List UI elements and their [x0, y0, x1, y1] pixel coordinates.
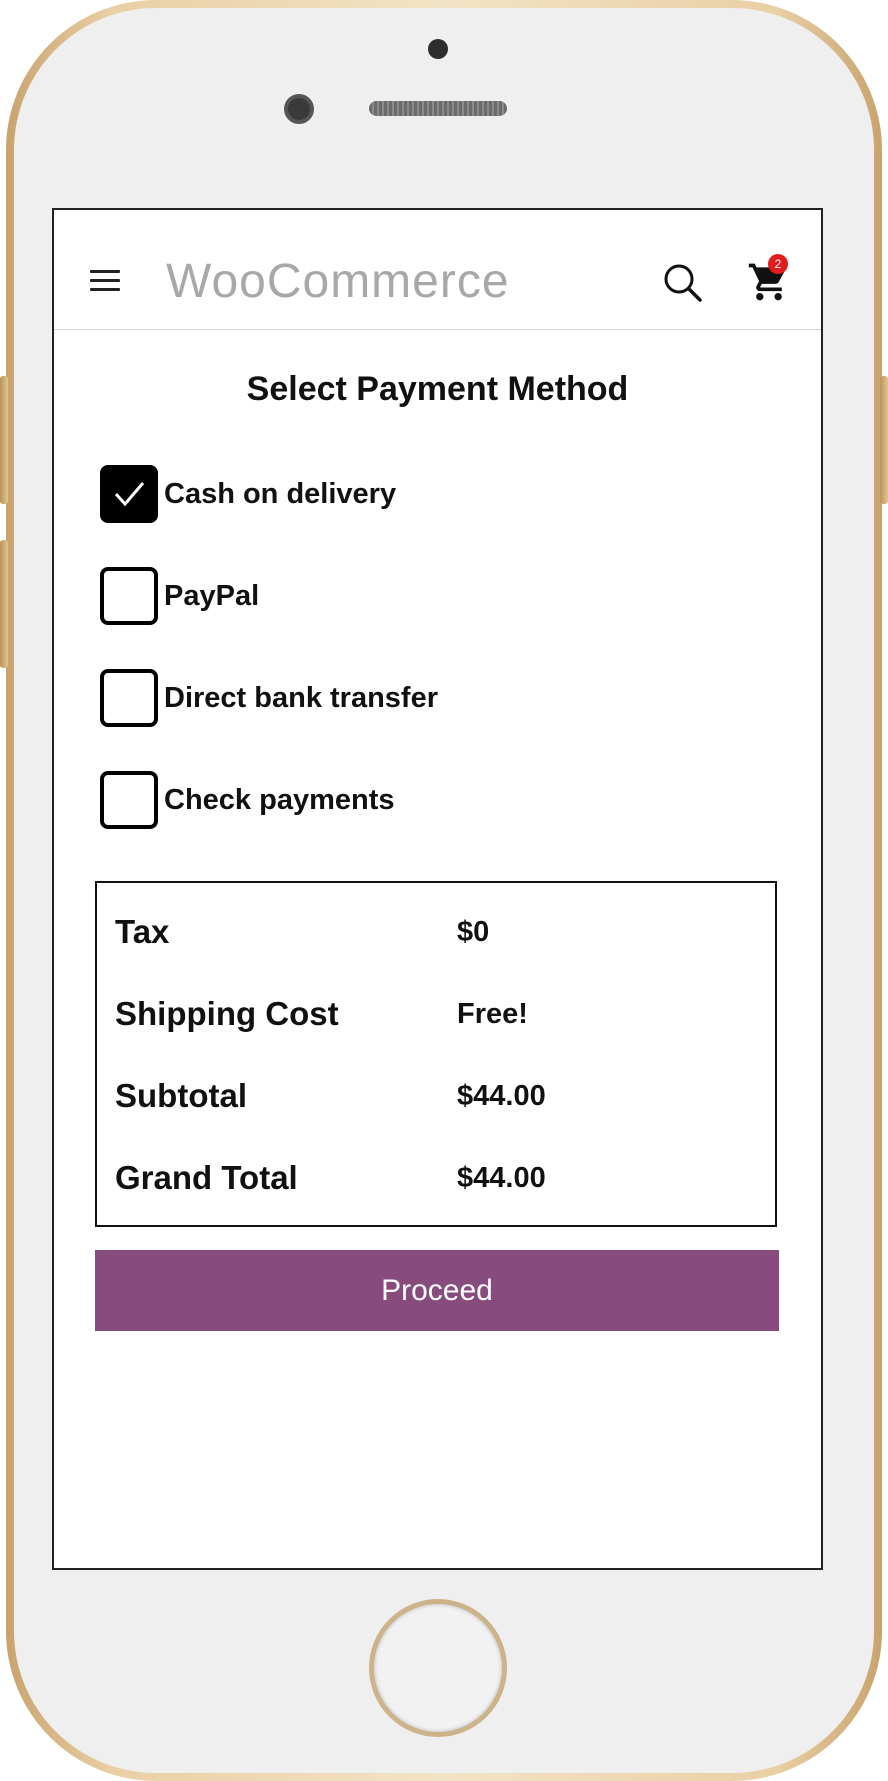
summary-row-tax: Tax $0	[115, 913, 755, 953]
menu-icon[interactable]	[90, 270, 120, 292]
summary-value: $44.00	[457, 1162, 546, 1194]
payment-option-direct-bank-transfer[interactable]: Direct bank transfer	[100, 669, 780, 727]
front-sensor	[428, 39, 448, 59]
summary-value: $44.00	[457, 1080, 546, 1112]
summary-label: Subtotal	[115, 1077, 247, 1114]
page-title: Select Payment Method	[246, 370, 629, 408]
camera-icon	[284, 94, 314, 124]
summary-row-grand-total: Grand Total $44.00	[115, 1159, 755, 1199]
order-summary: Tax $0 Shipping Cost Free! Subtotal $44.…	[95, 881, 777, 1227]
checkbox-unchecked[interactable]	[100, 669, 158, 727]
payment-option-label: PayPal	[164, 580, 260, 612]
power-button	[880, 376, 888, 504]
speaker-grille	[369, 101, 507, 116]
cart-count-badge: 2	[768, 254, 788, 274]
summary-label: Tax	[115, 913, 170, 950]
summary-label: Grand Total	[115, 1159, 298, 1196]
checkbox-unchecked[interactable]	[100, 567, 158, 625]
proceed-button[interactable]: Proceed	[95, 1250, 779, 1331]
home-button[interactable]	[369, 1599, 507, 1737]
payment-option-cash-on-delivery[interactable]: Cash on delivery	[100, 465, 780, 523]
volume-button	[0, 540, 8, 668]
summary-value: Free!	[457, 998, 528, 1030]
summary-row-shipping: Shipping Cost Free!	[115, 995, 755, 1035]
payment-option-label: Check payments	[164, 784, 395, 816]
mute-switch	[0, 376, 8, 504]
summary-label: Shipping Cost	[115, 995, 339, 1032]
search-icon[interactable]	[662, 262, 704, 304]
checkmark-icon	[114, 482, 145, 507]
app-header: WooCommerce 2	[54, 210, 821, 330]
payment-option-paypal[interactable]: PayPal	[100, 567, 780, 625]
app-title: WooCommerce	[166, 255, 510, 308]
checkbox-checked[interactable]	[100, 465, 158, 523]
summary-row-subtotal: Subtotal $44.00	[115, 1077, 755, 1117]
phone-screen: WooCommerce 2 Select Payment Method Cash…	[52, 208, 823, 1570]
summary-value: $0	[457, 916, 490, 948]
payment-option-label: Direct bank transfer	[164, 682, 438, 714]
payment-option-label: Cash on delivery	[164, 478, 397, 510]
payment-option-check-payments[interactable]: Check payments	[100, 771, 780, 829]
payment-method-list: Cash on delivery PayPal Direct bank tran…	[100, 465, 780, 873]
checkbox-unchecked[interactable]	[100, 771, 158, 829]
